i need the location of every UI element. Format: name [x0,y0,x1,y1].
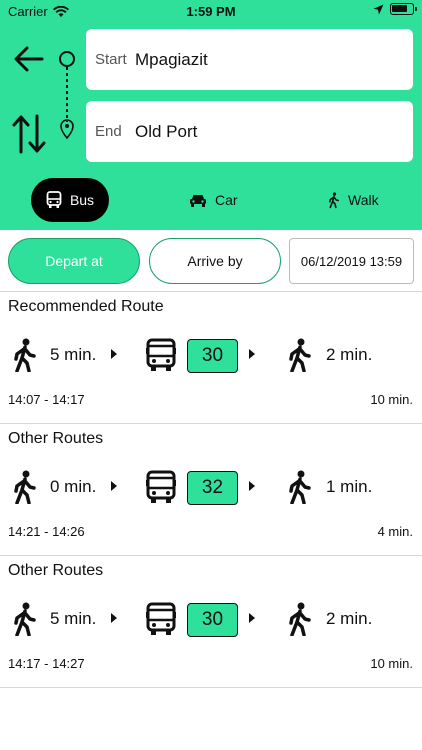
transport-mode-selector: Bus Car Walk [0,178,422,222]
route-title: Other Routes [8,430,104,447]
walk-after-duration: 1 min. [326,477,373,496]
swap-direction-icon[interactable] [12,114,46,154]
route-time-range: 14:17 - 14:27 [8,656,85,671]
start-value: Mpagiazit [135,49,208,69]
walk-after-duration: 2 min. [326,345,373,364]
mode-car-button[interactable]: Car [189,178,238,222]
walk-after-duration: 2 min. [326,609,373,628]
walk-before-duration: 5 min. [50,609,97,628]
back-arrow-icon[interactable] [12,42,46,76]
start-label: Start [95,51,127,68]
end-value: Old Port [135,121,198,141]
walk-icon [289,602,311,636]
status-right [373,3,417,15]
arrive-by-button[interactable]: Arrive by [149,238,281,284]
mode-car-label: Car [215,192,238,208]
car-icon [190,194,206,207]
location-arrow-icon [373,4,384,14]
route-title: Recommended Route [8,298,164,315]
bus-line-badge: 30 [187,339,238,373]
mode-bus-button[interactable]: Bus [31,178,109,222]
route-time-range: 14:07 - 14:17 [8,392,85,407]
walk-icon [329,192,339,209]
route-total-duration: 4 min. [377,524,413,539]
route-card[interactable]: Other Routes 5 min. 30 2 min. 14:17 - 14… [0,556,422,688]
time-options-row: Depart at Arrive by 06/12/2019 13:59 [0,230,422,292]
route-title: Other Routes [8,562,104,579]
bus-line-badge: 32 [187,471,238,505]
chevron-right-icon [111,613,117,623]
status-bar: Carrier 1:59 PM [0,0,422,22]
mode-bus-label: Bus [69,192,95,208]
route-legs: 5 min. 30 2 min. [0,600,422,640]
bus-icon [146,338,176,371]
chevron-right-icon [111,481,117,491]
chevron-right-icon [111,349,117,359]
route-card[interactable]: Recommended Route 5 min. 30 2 min. 14:07… [0,292,422,424]
walk-icon [14,602,36,636]
walk-icon [289,470,311,504]
bus-icon [146,602,176,635]
end-label: End [95,123,122,140]
chevron-right-icon [249,481,255,491]
bus-icon [46,191,62,208]
status-time: 1:59 PM [186,4,236,19]
bus-line-badge: 30 [187,603,238,637]
bus-icon [146,470,176,503]
route-total-duration: 10 min. [370,392,413,407]
walk-icon [14,338,36,372]
walk-icon [14,470,36,504]
mode-walk-label: Walk [348,192,379,208]
mode-walk-button[interactable]: Walk [328,178,379,222]
depart-at-button[interactable]: Depart at [8,238,140,284]
route-legs: 5 min. 30 2 min. [0,336,422,376]
chevron-right-icon [249,349,255,359]
route-search-header: Start Mpagiazit End Old Port Bus Car Wal… [0,22,422,230]
route-time-range: 14:21 - 14:26 [8,524,85,539]
start-location-field[interactable]: Start Mpagiazit [86,29,413,90]
walk-icon [289,338,311,372]
route-legs: 0 min. 32 1 min. [0,468,422,508]
datetime-picker[interactable]: 06/12/2019 13:59 [289,238,414,284]
walk-before-duration: 0 min. [50,477,97,496]
chevron-right-icon [249,613,255,623]
route-card[interactable]: Other Routes 0 min. 32 1 min. 14:21 - 14… [0,424,422,556]
route-connector-icon [59,51,75,140]
walk-before-duration: 5 min. [50,345,97,364]
route-total-duration: 10 min. [370,656,413,671]
end-location-field[interactable]: End Old Port [86,101,413,162]
battery-icon [390,3,417,15]
